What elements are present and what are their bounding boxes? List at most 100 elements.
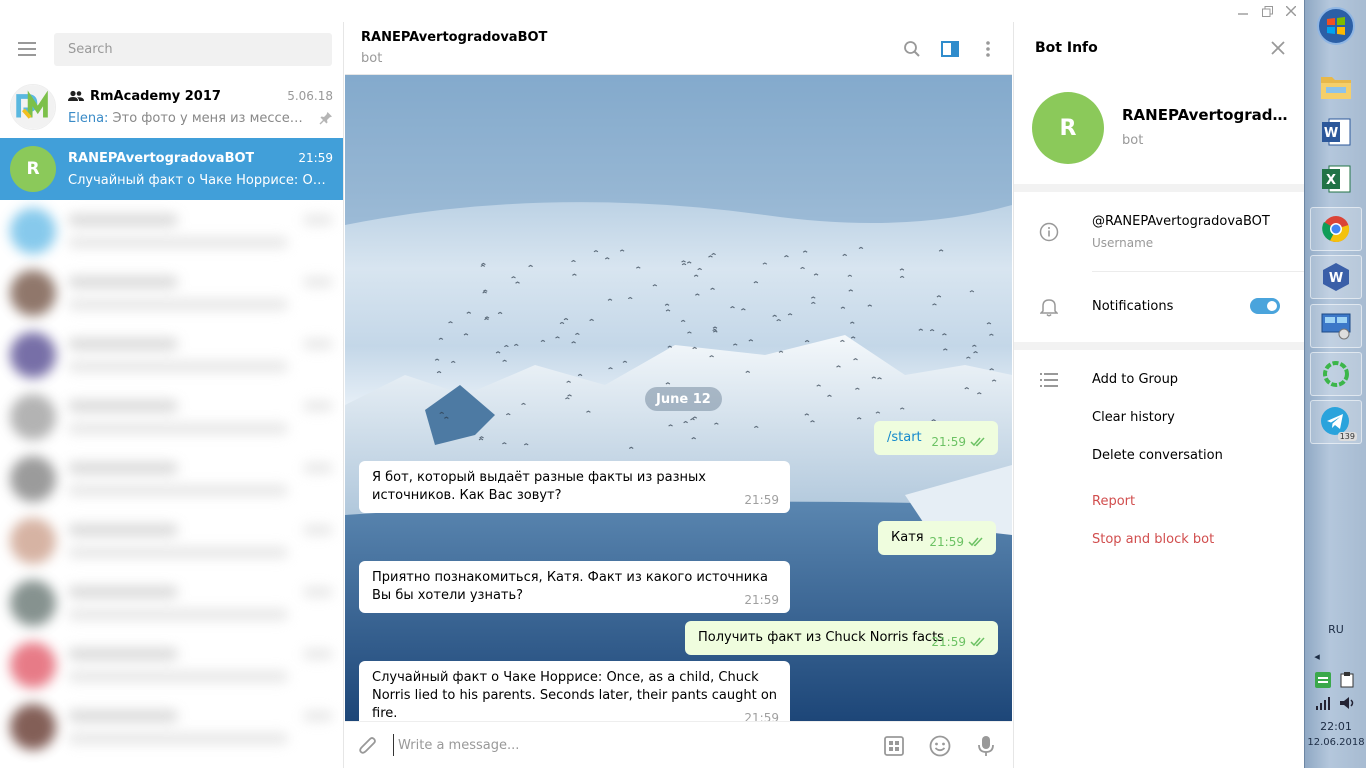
bird-shape (466, 311, 472, 314)
bird-shape (693, 274, 699, 277)
bird-shape (695, 293, 700, 296)
bird-shape (484, 316, 490, 319)
microphone-icon[interactable] (973, 733, 999, 759)
wps-icon[interactable]: W (1310, 255, 1362, 299)
avatar (10, 704, 56, 750)
bird-shape (986, 322, 992, 325)
windows-taskbar: W X W 139 RU ◂ 22:01 12.06.2018 (1304, 0, 1366, 768)
close-icon[interactable] (1280, 2, 1302, 20)
bird-shape (753, 281, 759, 284)
search-icon[interactable] (900, 37, 924, 61)
close-panel-icon[interactable] (1266, 36, 1290, 60)
chat-item-blurred[interactable] (0, 262, 343, 324)
bird-shape (973, 351, 978, 354)
username-value[interactable]: @RANEPAvertogradovaBOT (1092, 214, 1270, 229)
excel-icon[interactable]: X (1310, 157, 1362, 201)
file-explorer-icon[interactable] (1310, 64, 1362, 108)
bird-shape (972, 344, 977, 347)
bird-shape (842, 253, 848, 257)
bot-profile-status: bot (1122, 133, 1144, 148)
message-time: 21:59 (744, 591, 779, 609)
language-indicator[interactable]: RU (1305, 623, 1366, 636)
report-button[interactable]: Report (1092, 494, 1135, 509)
outgoing-message[interactable]: Катя 21:59 (878, 521, 996, 555)
remote-desktop-icon[interactable] (1310, 304, 1362, 348)
incoming-message[interactable]: Случайный факт о Чаке Норрисе: Once, as … (359, 661, 790, 721)
chat-item-blurred[interactable] (0, 634, 343, 696)
word-icon[interactable]: W (1310, 110, 1362, 154)
section-divider (1014, 184, 1305, 192)
bird-shape (540, 339, 546, 343)
search-input[interactable] (54, 32, 332, 66)
message-input[interactable] (393, 734, 863, 756)
chat-time: 5.06.18 (287, 89, 333, 103)
incoming-message[interactable]: Я бот, который выдаёт разные факты из ра… (359, 461, 790, 513)
group-icon (68, 90, 84, 101)
delete-conversation-button[interactable]: Delete conversation (1092, 448, 1223, 463)
preview-sender: Elena: (68, 110, 109, 126)
outgoing-message[interactable]: Получить факт из Chuck Norris facts 21:59 (685, 621, 998, 655)
chat-item-blurred[interactable] (0, 510, 343, 572)
bird-shape (712, 326, 718, 329)
conversation-title[interactable]: RANEPAvertogradovaBOT (361, 30, 547, 45)
chat-item-blurred[interactable] (0, 572, 343, 634)
chrome-icon[interactable] (1310, 207, 1362, 251)
chat-item-blurred[interactable] (0, 448, 343, 510)
clear-history-button[interactable]: Clear history (1092, 410, 1175, 425)
sync-icon[interactable] (1310, 352, 1362, 396)
bot-keyboard-icon[interactable] (881, 733, 907, 759)
bird-shape (608, 367, 613, 370)
notifications-toggle[interactable] (1250, 298, 1280, 314)
bird-shape (528, 264, 533, 268)
pin-icon (319, 111, 333, 125)
chat-item-ranepa-bot[interactable]: R RANEPAvertogradovaBOT 21:59 Случайный … (0, 138, 343, 200)
bird-shape (867, 304, 873, 307)
telegram-icon[interactable]: 139 (1310, 400, 1362, 444)
bird-shape (989, 333, 994, 336)
volume-icon[interactable] (1339, 696, 1355, 710)
restore-icon[interactable] (1256, 2, 1278, 20)
bird-shape (811, 301, 816, 305)
bot-profile-avatar[interactable]: R (1032, 92, 1104, 164)
chat-background: June 12 /start 21:59 Я бот, который выдаёт… (345, 75, 1012, 721)
clock-time[interactable]: 22:01 (1305, 720, 1366, 733)
group-avatar (10, 84, 56, 130)
message-text[interactable]: /start (887, 430, 922, 445)
preview-text: Это фото у меня из мессендже... (112, 110, 306, 126)
windows-start-icon[interactable] (1310, 4, 1362, 48)
network-icon[interactable] (1315, 696, 1331, 710)
clock-date[interactable]: 12.06.2018 (1305, 737, 1366, 748)
blurred-chat-content (68, 271, 343, 315)
outgoing-message[interactable]: /start 21:59 (874, 421, 998, 455)
bird-shape (665, 309, 671, 312)
telegram-badge: 139 (1337, 432, 1357, 441)
blurred-chat-list (0, 200, 343, 758)
bird-shape (969, 290, 975, 293)
chat-item-blurred[interactable] (0, 696, 343, 758)
emoji-icon[interactable] (927, 733, 953, 759)
blurred-chat-content (68, 519, 343, 563)
add-to-group-button[interactable]: Add to Group (1092, 372, 1178, 387)
bird-shape (713, 330, 718, 333)
tray-app-icon[interactable] (1315, 672, 1331, 688)
blurred-chat-content (68, 209, 343, 253)
stop-and-block-bot-button[interactable]: Stop and block bot (1092, 532, 1214, 547)
message-time-text: 21:59 (931, 435, 966, 449)
hamburger-menu-icon[interactable] (0, 22, 54, 76)
show-hidden-icons-icon[interactable]: ◂ (1305, 650, 1329, 663)
bell-icon (1038, 296, 1060, 318)
message-time: 21:59 (744, 491, 779, 509)
clipboard-icon[interactable] (1339, 672, 1355, 688)
message-time: 21:59 (929, 533, 985, 551)
chat-item-blurred[interactable] (0, 386, 343, 448)
attach-icon[interactable] (355, 733, 381, 759)
bird-shape (804, 339, 810, 343)
more-options-icon[interactable] (976, 37, 1000, 61)
chat-item-rmacademy[interactable]: RmAcademy 2017 5.06.18 Elena: Это фото у… (0, 76, 343, 138)
incoming-message[interactable]: Приятно познакомиться, Катя. Факт из как… (359, 561, 790, 613)
chat-item-blurred[interactable] (0, 324, 343, 386)
bird-shape (635, 266, 641, 269)
minimize-icon[interactable] (1232, 2, 1254, 20)
info-panel-toggle-icon[interactable] (938, 37, 962, 61)
chat-item-blurred[interactable] (0, 200, 343, 262)
